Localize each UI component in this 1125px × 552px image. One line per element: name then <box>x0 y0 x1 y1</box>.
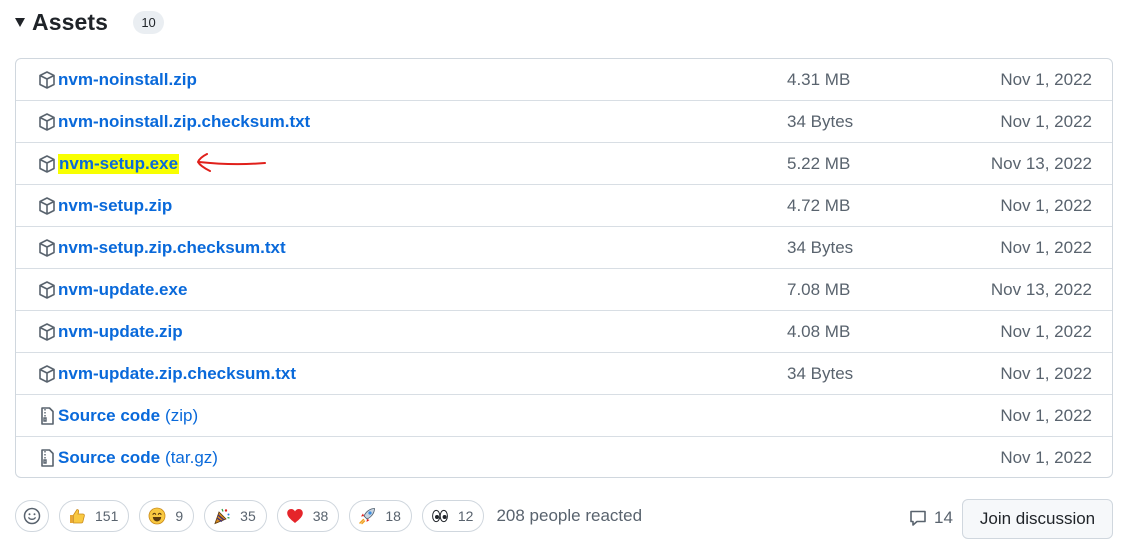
thumbs-up-icon <box>70 509 85 524</box>
asset-row: nvm-update.exe 7.08 MB Nov 13, 2022 <box>16 269 1112 311</box>
asset-size: 34 Bytes <box>787 111 854 131</box>
package-icon <box>39 154 55 173</box>
package-icon <box>39 70 55 89</box>
eyes-icon <box>431 509 448 523</box>
asset-name: nvm-update.zip.checksum.txt <box>58 363 297 383</box>
assets-title: Assets <box>32 8 109 35</box>
reaction-rocket-button[interactable]: 18 <box>349 500 412 532</box>
asset-link-source-code-zip[interactable]: Source code (zip) <box>37 406 198 426</box>
assets-toggle[interactable]: Assets 10 <box>15 4 165 40</box>
asset-format: (tar.gz) <box>165 448 218 467</box>
asset-name: nvm-update.zip <box>58 321 183 341</box>
comment-icon <box>910 510 926 526</box>
asset-name: nvm-noinstall.zip <box>58 69 197 89</box>
asset-name: nvm-update.exe <box>58 279 188 299</box>
package-icon <box>39 322 55 341</box>
asset-date: Nov 13, 2022 <box>990 153 1092 173</box>
caret-down-icon <box>15 18 25 27</box>
asset-row: nvm-update.zip.checksum.txt 34 Bytes Nov… <box>16 353 1112 395</box>
comments-link[interactable]: 14 <box>908 508 953 528</box>
asset-size: 7.08 MB <box>787 279 851 299</box>
asset-size: 4.31 MB <box>787 69 851 89</box>
asset-format: (zip) <box>165 405 199 425</box>
asset-row: nvm-noinstall.zip 4.31 MB Nov 1, 2022 <box>16 59 1112 101</box>
asset-row: nvm-setup.zip.checksum.txt 34 Bytes Nov … <box>16 227 1112 269</box>
reaction-hooray-button[interactable]: 35 <box>204 500 267 532</box>
package-icon <box>39 238 55 257</box>
smiley-icon <box>23 507 41 525</box>
asset-date: Nov 1, 2022 <box>1000 195 1092 215</box>
rocket-icon <box>359 508 376 525</box>
asset-name: nvm-setup.zip <box>58 195 173 215</box>
asset-date: Nov 1, 2022 <box>1000 237 1092 257</box>
assets-count-badge: 10 <box>133 10 165 34</box>
asset-link-nvm-setup-exe[interactable]: nvm-setup.exe <box>37 153 180 174</box>
asset-row: nvm-setup.zip 4.72 MB Nov 1, 2022 <box>16 185 1112 227</box>
file-zip-icon <box>41 406 54 425</box>
join-discussion-button[interactable]: Join discussion <box>962 499 1113 539</box>
asset-name: nvm-setup.zip.checksum.txt <box>58 237 286 257</box>
package-icon <box>39 196 55 215</box>
reaction-heart-button[interactable]: 38 <box>276 500 340 532</box>
asset-link-nvm-update-exe[interactable]: nvm-update.exe <box>37 280 187 300</box>
asset-link-nvm-setup-checksum[interactable]: nvm-setup.zip.checksum.txt <box>37 238 286 258</box>
asset-link-nvm-noinstall-checksum[interactable]: nvm-noinstall.zip.checksum.txt <box>37 112 310 132</box>
asset-row: nvm-noinstall.zip.checksum.txt 34 Bytes … <box>16 101 1112 143</box>
reaction-count: 38 <box>312 508 329 524</box>
add-reaction-button[interactable] <box>15 500 49 532</box>
people-reacted-text: 208 people reacted <box>496 506 643 525</box>
file-zip-icon <box>41 449 54 467</box>
asset-link-nvm-setup-zip[interactable]: nvm-setup.zip <box>37 196 172 216</box>
asset-date: Nov 1, 2022 <box>1000 448 1092 467</box>
asset-row: nvm-setup.exe 5.22 MB Nov 13, 2022 <box>16 143 1112 185</box>
assets-list: nvm-noinstall.zip 4.31 MB Nov 1, 2022 nv… <box>15 58 1113 478</box>
asset-link-nvm-update-zip[interactable]: nvm-update.zip <box>37 322 183 342</box>
asset-link-nvm-noinstall-zip[interactable]: nvm-noinstall.zip <box>37 70 197 90</box>
annotation-arrow-icon <box>197 153 266 172</box>
reaction-laugh-button[interactable]: 9 <box>139 500 195 532</box>
reaction-count: 35 <box>240 508 256 524</box>
package-icon <box>39 280 55 299</box>
hooray-icon <box>214 508 230 525</box>
asset-date: Nov 1, 2022 <box>1000 405 1092 425</box>
asset-name-highlighted: nvm-setup.exe <box>58 153 180 174</box>
laugh-icon <box>148 507 166 525</box>
reactions-bar: 151 9 35 38 18 12 208 people reacted <box>15 499 642 533</box>
asset-date: Nov 1, 2022 <box>1000 69 1092 89</box>
asset-row: Source code (tar.gz) Nov 1, 2022 <box>16 437 1112 479</box>
reaction-eyes-button[interactable]: 12 <box>421 500 485 532</box>
asset-link-nvm-update-checksum[interactable]: nvm-update.zip.checksum.txt <box>37 364 296 384</box>
asset-date: Nov 13, 2022 <box>990 279 1092 299</box>
reaction-thumbs-up-button[interactable]: 151 <box>59 500 130 532</box>
asset-date: Nov 1, 2022 <box>1000 321 1092 341</box>
package-icon <box>39 364 55 383</box>
asset-date: Nov 1, 2022 <box>1000 363 1092 383</box>
asset-size: 34 Bytes <box>787 363 854 383</box>
reaction-count: 9 <box>175 508 184 524</box>
reaction-count: 18 <box>385 508 401 524</box>
asset-row: nvm-update.zip 4.08 MB Nov 1, 2022 <box>16 311 1112 353</box>
asset-name: Source code <box>58 405 161 425</box>
asset-link-source-code-targz[interactable]: Source code (tar.gz) <box>37 448 218 468</box>
asset-row: Source code (zip) Nov 1, 2022 <box>16 395 1112 437</box>
asset-size: 34 Bytes <box>787 237 854 257</box>
asset-size: 4.72 MB <box>787 195 851 215</box>
asset-name: Source code <box>58 448 161 467</box>
asset-size: 5.22 MB <box>787 153 851 173</box>
comment-count: 14 <box>934 508 953 527</box>
reaction-count: 12 <box>457 508 474 524</box>
asset-name: nvm-noinstall.zip.checksum.txt <box>58 111 311 131</box>
reaction-count: 151 <box>95 508 119 524</box>
asset-size: 4.08 MB <box>787 321 851 341</box>
heart-icon <box>286 509 303 523</box>
asset-date: Nov 1, 2022 <box>1000 111 1092 131</box>
package-icon <box>39 112 55 131</box>
